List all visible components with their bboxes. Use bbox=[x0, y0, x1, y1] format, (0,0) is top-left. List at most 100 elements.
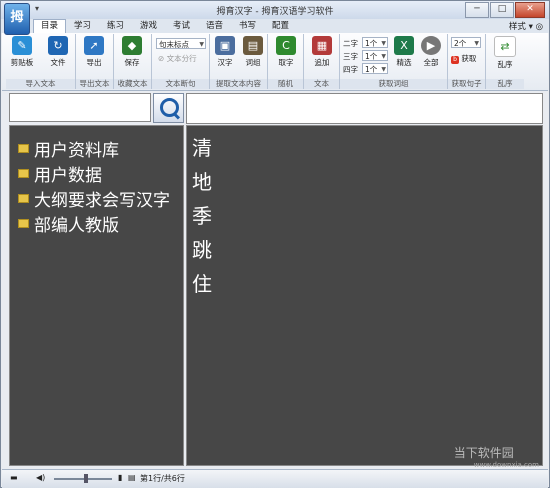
tab-practice[interactable]: 练习 bbox=[99, 19, 132, 33]
sentence-count-value: 2个 bbox=[454, 39, 467, 48]
group-shuffle: ⇄ 乱序 乱序 bbox=[486, 34, 524, 89]
watermark: 当下软件园 www.downxia.com bbox=[454, 444, 539, 469]
export-button[interactable]: ➚ 导出 bbox=[80, 36, 108, 68]
tab-game[interactable]: 游戏 bbox=[132, 19, 165, 33]
character-list-panel[interactable]: 清 地 季 跳 住 bbox=[186, 125, 543, 466]
slider-handle[interactable] bbox=[84, 474, 88, 483]
file-button[interactable]: ↻ 文件 bbox=[44, 36, 72, 68]
close-button[interactable]: ✕ bbox=[515, 2, 545, 18]
fetch-sentence-button[interactable]: b 获取 bbox=[451, 53, 476, 64]
folder-open-icon[interactable]: ▬ bbox=[10, 473, 18, 482]
all-words-label: 全部 bbox=[423, 58, 439, 67]
file-icon: ↻ bbox=[48, 36, 68, 55]
chevron-down-icon: ▼ bbox=[381, 40, 386, 47]
export-label: 导出 bbox=[86, 58, 102, 67]
group-label: 乱序 bbox=[486, 79, 524, 89]
chevron-down-icon: ▼ bbox=[474, 40, 479, 47]
clipboard-icon: ✎ bbox=[12, 36, 32, 55]
tab-config[interactable]: 配置 bbox=[264, 19, 297, 33]
file-label: 文件 bbox=[50, 58, 66, 67]
split-lines-label: 文本分行 bbox=[166, 54, 197, 63]
tab-voice[interactable]: 语音 bbox=[198, 19, 231, 33]
style-menu[interactable]: 样式 ▾ ◎ bbox=[509, 20, 543, 32]
group-label: 导入文本 bbox=[6, 79, 75, 89]
search-button[interactable] bbox=[153, 93, 184, 123]
append-label: 追加 bbox=[314, 58, 330, 67]
four-char-select[interactable]: 1个 ▼ bbox=[362, 63, 388, 74]
volume-icon[interactable]: ◀) bbox=[36, 473, 45, 482]
tree-item-user-library[interactable]: 用户资料库 bbox=[18, 136, 170, 161]
shuffle-label: 乱序 bbox=[497, 60, 513, 69]
punctuation-select[interactable]: 句末标点 ▼ bbox=[156, 38, 206, 49]
save-icon: ◆ bbox=[122, 36, 142, 55]
group-label: 获取句子 bbox=[448, 79, 485, 89]
volume-slider[interactable] bbox=[54, 474, 112, 483]
tree-item-syllabus-chars[interactable]: 大纲要求会写汉字 bbox=[18, 186, 170, 211]
group-text: ▦ 追加 文本 bbox=[304, 34, 340, 89]
app-window: ▾ 拇育汉字 - 拇育汉语学习软件 ─ □ ✕ 拇 目录 学习 练习 游戏 考试… bbox=[0, 0, 550, 488]
menu-tab-bar: 目录 学习 练习 游戏 考试 语音 书写 配置 样式 ▾ ◎ bbox=[1, 19, 549, 33]
character-item[interactable]: 季 bbox=[192, 199, 212, 233]
three-char-label: 三字 bbox=[343, 52, 358, 61]
sentence-count-select[interactable]: 2个 ▼ bbox=[451, 37, 481, 48]
group-export-text: ➚ 导出 导出文本 bbox=[76, 34, 114, 89]
three-char-select[interactable]: 1个 ▼ bbox=[362, 50, 388, 61]
select-words-button[interactable]: X 精选 bbox=[390, 36, 418, 68]
all-words-button[interactable]: ▶ 全部 bbox=[417, 36, 445, 68]
maximize-button[interactable]: □ bbox=[490, 2, 514, 18]
minimize-button[interactable]: ─ bbox=[465, 2, 489, 18]
character-item[interactable]: 住 bbox=[192, 267, 212, 301]
group-random: C 取字 随机 bbox=[268, 34, 304, 89]
character-item[interactable]: 跳 bbox=[192, 233, 212, 267]
group-get-words: 二字 1个 ▼ 三字 1个 ▼ 四字 1个 ▼ X 精选 ▶ 全部 获取词组 bbox=[340, 34, 448, 89]
split-lines-icon: ⊘ bbox=[158, 54, 167, 63]
app-logo-icon[interactable]: 拇 bbox=[4, 3, 30, 35]
excel-icon: X bbox=[394, 36, 414, 55]
search-input[interactable] bbox=[9, 93, 151, 122]
words-button[interactable]: ▤ 词组 bbox=[239, 36, 267, 68]
tree-item-textbook-edition[interactable]: 部编人教版 bbox=[18, 211, 170, 236]
take-char-label: 取字 bbox=[278, 58, 294, 67]
tab-writing[interactable]: 书写 bbox=[231, 19, 264, 33]
random-icon: C bbox=[276, 36, 296, 55]
chevron-down-icon: ▼ bbox=[381, 53, 386, 60]
hanzi-icon: ▣ bbox=[215, 36, 235, 55]
folder-icon bbox=[18, 169, 29, 178]
clipboard-button[interactable]: ✎ 剪贴板 bbox=[8, 36, 36, 68]
text-input-strip[interactable] bbox=[186, 93, 543, 124]
append-button[interactable]: ▦ 追加 bbox=[308, 36, 336, 68]
save-button[interactable]: ◆ 保存 bbox=[118, 36, 146, 68]
document-icon: ▤ bbox=[128, 473, 136, 482]
search-area bbox=[9, 93, 184, 124]
punctuation-value: 句末标点 bbox=[159, 40, 189, 49]
two-char-value: 1个 bbox=[365, 39, 378, 48]
tree-item-label: 用户数据 bbox=[34, 166, 102, 186]
group-label: 获取词组 bbox=[340, 79, 447, 89]
watermark-text: 当下软件园 bbox=[453, 446, 514, 460]
two-char-select[interactable]: 1个 ▼ bbox=[362, 37, 388, 48]
select-words-label: 精选 bbox=[396, 58, 412, 67]
character-item[interactable]: 清 bbox=[192, 131, 212, 165]
shuffle-icon: ⇄ bbox=[494, 36, 516, 57]
tree-item-user-data[interactable]: 用户数据 bbox=[18, 161, 170, 186]
search-icon-handle bbox=[172, 112, 181, 120]
tab-exam[interactable]: 考试 bbox=[165, 19, 198, 33]
three-char-value: 1个 bbox=[365, 52, 378, 61]
tree-item-label: 部编人教版 bbox=[34, 216, 119, 236]
hanzi-button[interactable]: ▣ 汉字 bbox=[211, 36, 239, 68]
group-label: 随机 bbox=[268, 79, 303, 89]
chevron-down-icon: ▼ bbox=[199, 41, 204, 48]
four-char-value: 1个 bbox=[365, 65, 378, 74]
slider-end-icon: ▮ bbox=[118, 473, 123, 482]
fetch-sentence-label: 获取 bbox=[461, 54, 477, 63]
take-char-button[interactable]: C 取字 bbox=[272, 36, 300, 68]
split-lines-button[interactable]: ⊘ 文本分行 bbox=[158, 53, 197, 64]
shuffle-button[interactable]: ⇄ 乱序 bbox=[491, 36, 519, 70]
tab-catalog[interactable]: 目录 bbox=[33, 19, 66, 33]
character-item[interactable]: 地 bbox=[192, 165, 212, 199]
group-label: 提取文本内容 bbox=[210, 79, 267, 89]
tab-study[interactable]: 学习 bbox=[66, 19, 99, 33]
status-bar: ▬ ◀) ▮ ▤ 第1行/共6行 bbox=[2, 469, 548, 488]
folder-icon bbox=[18, 194, 29, 203]
group-label: 文本 bbox=[304, 79, 339, 89]
